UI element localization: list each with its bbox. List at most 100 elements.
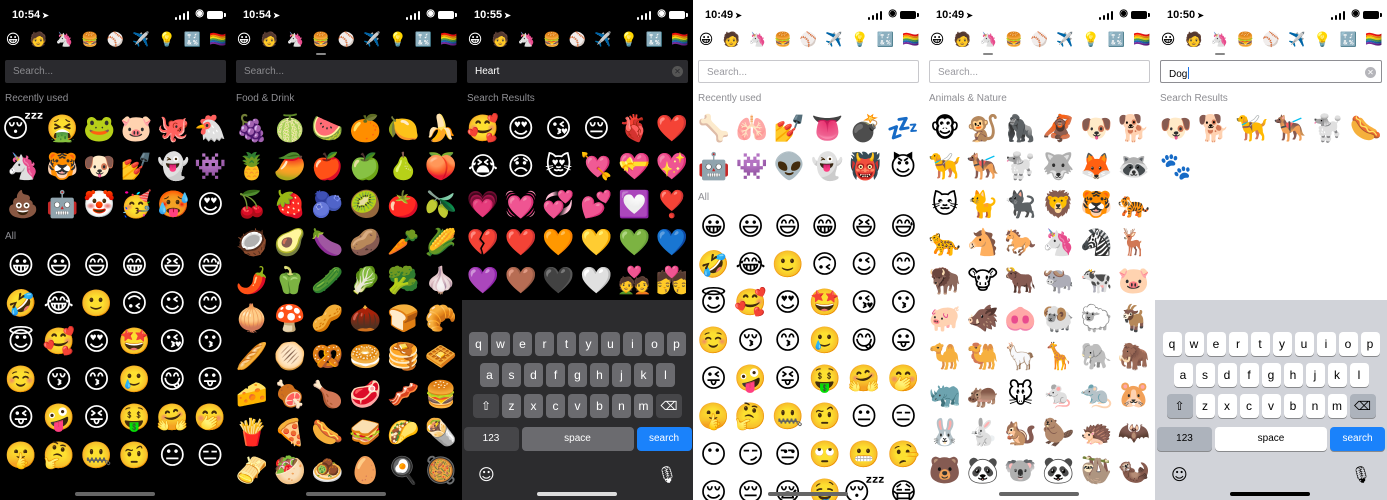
emoji-category-tab[interactable]: 😀 — [1157, 29, 1179, 51]
letter-key[interactable]: l — [656, 363, 675, 387]
letter-key[interactable]: g — [568, 363, 587, 387]
emoji-search-input[interactable]: Search... — [5, 60, 226, 83]
emoji-key[interactable]: 🐐 — [1115, 300, 1153, 338]
letter-key[interactable]: s — [1195, 363, 1215, 387]
emoji-key[interactable]: 🤖 — [695, 148, 733, 186]
letter-key[interactable]: m — [634, 394, 653, 418]
emoji-key[interactable]: 🥲 — [806, 322, 843, 360]
emoji-key[interactable]: 🥕 — [384, 224, 422, 262]
emoji-key[interactable]: 🤎 — [502, 262, 540, 300]
emoji-key[interactable]: 💔 — [464, 224, 502, 262]
emoji-key[interactable]: 🤭 — [191, 399, 229, 437]
letter-key[interactable]: b — [590, 394, 609, 418]
emoji-key[interactable]: 😄 — [78, 247, 116, 285]
emoji-key[interactable]: 💅 — [771, 110, 809, 148]
emoji-key[interactable]: 💕 — [577, 186, 615, 224]
emoji-key[interactable]: 🐭 — [1002, 376, 1040, 414]
emoji-key[interactable]: 🤗 — [843, 360, 885, 398]
emoji-key[interactable]: 🐖 — [926, 300, 964, 338]
letter-key[interactable]: n — [612, 394, 631, 418]
letter-key[interactable]: i — [1316, 332, 1336, 356]
emoji-key[interactable]: 🐷 — [1115, 262, 1153, 300]
emoji-key[interactable]: ❣️ — [653, 186, 691, 224]
emoji-key[interactable]: 🦮 — [926, 148, 964, 186]
emoji-key[interactable]: 🫁 — [733, 110, 771, 148]
emoji-key[interactable]: 🥜 — [309, 300, 347, 338]
emoji-key[interactable]: 🥳 — [118, 186, 155, 224]
emoji-key[interactable]: 😘 — [540, 110, 578, 148]
emoji-key[interactable]: 💝 — [615, 148, 653, 186]
emoji-key[interactable]: 👾 — [733, 148, 771, 186]
emoji-key[interactable]: 🦴 — [695, 110, 733, 148]
emoji-key[interactable]: 🧇 — [422, 338, 460, 376]
microphone-icon[interactable]: 🎙 — [1351, 465, 1371, 484]
letter-key[interactable]: l — [1349, 363, 1369, 387]
emoji-key[interactable]: 🦮 — [1233, 110, 1271, 148]
emoji-key[interactable]: 🙂 — [78, 285, 116, 323]
emoji-key[interactable]: 😴 — [2, 110, 44, 148]
emoji-key[interactable]: 🍞 — [384, 300, 422, 338]
emoji-key[interactable]: 🦏 — [926, 376, 964, 414]
emoji-category-tab[interactable]: 🍔 — [79, 29, 101, 51]
letter-key[interactable]: k — [1327, 363, 1347, 387]
letter-key[interactable]: r — [535, 332, 554, 356]
emoji-key[interactable]: 🥝 — [346, 186, 384, 224]
emoji-key[interactable]: 🐀 — [1077, 376, 1115, 414]
emoji-key[interactable]: 🦣 — [1115, 338, 1153, 376]
delete-key[interactable]: ⌫ — [1349, 394, 1376, 418]
emoji-category-tab[interactable]: 🦄 — [1209, 29, 1231, 55]
emoji-key[interactable]: 🥩 — [346, 376, 384, 414]
emoji-key[interactable]: 🐼 — [964, 452, 1002, 490]
emoji-search-input[interactable]: Search... — [698, 60, 919, 83]
emoji-key[interactable]: 🦬 — [926, 262, 964, 300]
emoji-key[interactable]: 🐯 — [44, 148, 81, 186]
emoji-key[interactable]: 🐕 — [1195, 110, 1233, 148]
emoji-category-tab[interactable]: 🧑 — [28, 29, 50, 51]
emoji-key[interactable]: 😋 — [843, 322, 885, 360]
emoji-key[interactable]: 🐵 — [926, 110, 964, 148]
emoji-key[interactable]: 🥑 — [271, 224, 309, 262]
letter-key[interactable]: f — [1239, 363, 1259, 387]
emoji-key[interactable]: 🐮 — [964, 262, 1002, 300]
emoji-category-tab[interactable]: 🧑 — [490, 29, 512, 51]
emoji-key[interactable]: 🤪 — [40, 399, 78, 437]
emoji-category-tab[interactable]: 💡 — [156, 29, 178, 51]
letter-key[interactable]: t — [557, 332, 576, 356]
letter-key[interactable]: y — [1272, 332, 1292, 356]
emoji-key[interactable]: 😆 — [843, 208, 885, 246]
emoji-key[interactable]: 🦇 — [1115, 414, 1153, 452]
emoji-key[interactable]: 🐿️ — [1002, 414, 1040, 452]
emoji-key[interactable]: 🧡 — [540, 224, 578, 262]
emoji-key[interactable]: 😑 — [191, 437, 229, 475]
emoji-key[interactable]: 🤭 — [885, 360, 922, 398]
emoji-key[interactable]: 😇 — [2, 323, 40, 361]
emoji-key[interactable]: 🥰 — [464, 110, 502, 148]
emoji-category-tab[interactable]: 🧑 — [952, 29, 974, 51]
emoji-key[interactable]: 🤫 — [2, 437, 40, 475]
letter-key[interactable]: h — [1283, 363, 1303, 387]
emoji-key[interactable]: 🤨 — [806, 398, 843, 436]
letter-key[interactable]: s — [502, 363, 521, 387]
emoji-key[interactable]: 😋 — [153, 361, 191, 399]
letter-key[interactable]: i — [623, 332, 642, 356]
shift-key[interactable]: ⇧ — [1166, 394, 1193, 418]
letter-key[interactable]: d — [524, 363, 543, 387]
emoji-category-tab[interactable]: 🔣 — [1105, 29, 1127, 51]
emoji-key[interactable]: 🐷 — [118, 110, 155, 148]
emoji-key[interactable]: 🦓 — [1077, 224, 1115, 262]
emoji-key[interactable]: 😚 — [732, 322, 769, 360]
emoji-key[interactable]: 💞 — [540, 186, 578, 224]
emoji-key[interactable]: 😭 — [464, 148, 502, 186]
emoji-key[interactable]: 🍒 — [233, 186, 271, 224]
emoji-key[interactable]: 🦌 — [1115, 224, 1153, 262]
emoji-key[interactable]: 😒 — [769, 436, 806, 474]
letter-key[interactable]: h — [590, 363, 609, 387]
emoji-key[interactable]: 🦝 — [1115, 148, 1153, 186]
letter-key[interactable]: j — [612, 363, 631, 387]
emoji-key[interactable]: 😑 — [885, 398, 922, 436]
emoji-category-tab[interactable]: 💡 — [1080, 29, 1102, 51]
emoji-key[interactable]: 💓 — [502, 186, 540, 224]
letter-key[interactable]: u — [1294, 332, 1314, 356]
letter-key[interactable]: t — [1250, 332, 1270, 356]
emoji-key[interactable]: 🐕‍🦺 — [964, 148, 1002, 186]
